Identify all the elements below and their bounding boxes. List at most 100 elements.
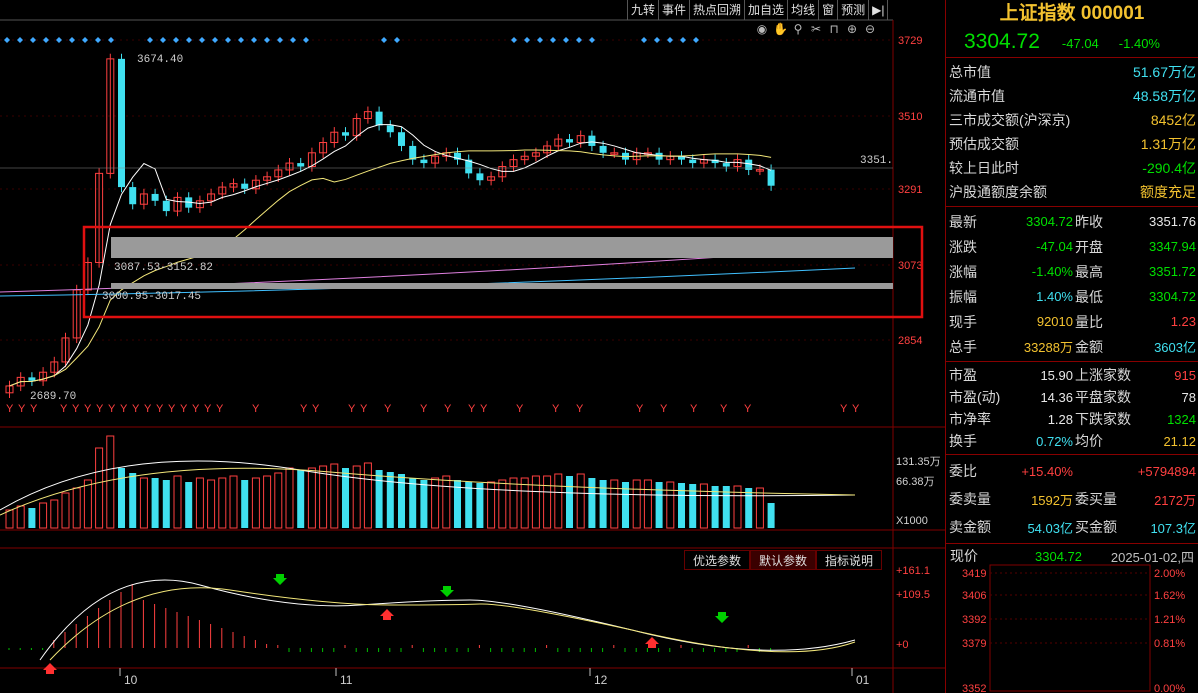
tab-optimized-params[interactable]: 优选参数 [684,550,751,570]
candle-down [566,139,573,143]
tab-default-params[interactable]: 默认参数 [750,550,817,570]
volume-bar-up [699,483,708,529]
mini-right-tick: 2.00% [1154,568,1185,580]
price-tick-label: 3510 [898,111,922,123]
signal-diamond [147,37,153,43]
signal-y: Y [468,403,476,415]
eye-icon[interactable]: ◉ [755,22,769,36]
index-quote: 3304.72 -47.04 -1.40% [946,28,1198,58]
scissors-icon[interactable]: ✂ [809,22,823,36]
volume-tick-label: X1000 [896,515,928,527]
signal-diamond [303,37,309,43]
signal-diamond [290,37,296,43]
signal-diamond [251,37,257,43]
events-button[interactable]: 事件 [658,0,689,20]
signal-diamond [537,37,543,43]
kline-chart[interactable]: 3729 3510 3291 3073 2854 3674.40 2689.70 3087.5… [0,0,945,693]
mini-intraday-chart[interactable]: 3419 2.00% 3406 1.62% 3392 1.21% 3379 0.81% 3352… [946,563,1198,693]
candle-down [375,111,383,126]
forecast-button[interactable]: 预测 [837,0,868,20]
volume-bar-down [162,480,170,528]
kline-chart-area[interactable]: 3729 3510 3291 3073 2854 3674.40 2689.70 3087.5… [0,0,945,693]
signal-diamond [199,37,205,43]
lock-icon[interactable]: ⊓ [827,22,841,36]
zone1-annotation: 3087.53-3152.82 [114,262,213,274]
mini-right-tick: 0.00% [1154,683,1185,693]
candle-down [398,132,405,146]
signal-diamond [160,37,166,43]
quote-row: 总手 33288万 金额 3603亿 [949,338,1196,356]
volume-bar-up [643,479,652,529]
signal-y: Y [480,403,488,415]
signal-diamond [550,37,556,43]
signal-y: Y [690,403,698,415]
order-row: 委卖量 1592万 委买量 2172万 [949,491,1196,508]
mini-left-tick: 3352 [962,683,986,693]
high-annotation: 3674.40 [137,54,183,66]
volume-tick-label: 131.35万 [896,456,941,468]
mini-frame [989,564,1151,692]
signal-y: Y [144,403,152,415]
jiuzhuan-button[interactable]: 九转 [627,0,658,20]
ratio-row: 换手 0.72% 均价 21.12 [949,433,1196,449]
signal-diamond [394,37,400,43]
signal-diamond [212,37,218,43]
volume-bar-up [195,477,204,529]
signal-y: Y [6,403,14,415]
signal-diamond [56,37,62,43]
candle-down [420,159,428,164]
volume-bar-up [61,492,70,529]
signal-y: Y [18,403,26,415]
signal-y: Y [300,403,308,415]
signal-y: Y [348,403,356,415]
pin-icon[interactable]: ⚲ [791,22,805,36]
market-stats: 总市值 51.67万亿 流通市值 48.58万亿 三市成交额(沪深京) 8452亿 预… [946,58,1198,207]
chart-toolbar: 九转 事件 热点回溯 加自选 均线 窗 预测 ▶| [627,0,889,20]
tab-indicator-help[interactable]: 指标说明 [816,550,883,570]
signal-y: Y [420,403,428,415]
zoom-out-icon[interactable]: ⊖ [863,22,877,36]
candle-down [151,193,159,201]
signal-y: Y [552,403,560,415]
candle-down [689,159,697,164]
gap-zone-lower [111,283,893,289]
signal-y: Y [60,403,68,415]
signal-diamond [95,37,101,43]
signal-y: Y [96,403,104,415]
candle-down [745,159,753,170]
volume-bar-up [173,475,182,529]
volume-bar-up [106,435,115,529]
signal-y: Y [312,403,320,415]
volume-bar-up [274,472,283,529]
signal-y: Y [660,403,668,415]
price-tick-label: 2854 [898,335,922,347]
moving-average-button[interactable]: 均线 [787,0,818,20]
volume-bar-up [442,475,451,529]
stat-row: 总市值 51.67万亿 [949,64,1196,80]
stat-row: 预估成交额 1.31万亿 [949,136,1196,152]
add-watchlist-button[interactable]: 加自选 [744,0,787,20]
hotspot-review-button[interactable]: 热点回溯 [689,0,744,20]
hand-icon[interactable]: ✋ [773,22,788,36]
volume-bar-up [554,473,563,529]
volume-bar-up [72,487,81,529]
volume-bar-up [666,481,675,529]
quote-panel: 上证指数 000001 3304.72 -47.04 -1.40% 总市值 51.… [945,0,1198,693]
ratio-row: 市盈 15.90 上涨家数 915 [949,367,1196,383]
candle-down [297,163,305,167]
volume-bar-up [632,479,641,529]
collapse-panel-button[interactable]: ▶| [868,0,889,20]
x-tick-label: 01 [856,673,870,687]
zoom-in-icon[interactable]: ⊕ [845,22,859,36]
window-button[interactable]: 窗 [818,0,837,20]
candle-down [162,200,170,212]
buy-arrow-icon [645,637,659,648]
signal-y: Y [30,403,38,415]
candle-down [767,169,775,186]
volume-bar-up [352,465,361,529]
volume-bar-down [566,476,573,528]
zone2-annotation: 3000.95-3017.45 [102,291,201,303]
signal-y: Y [84,403,92,415]
signal-diamond [17,37,23,43]
quote-row: 涨跌 -47.04 开盘 3347.94 [949,238,1196,255]
